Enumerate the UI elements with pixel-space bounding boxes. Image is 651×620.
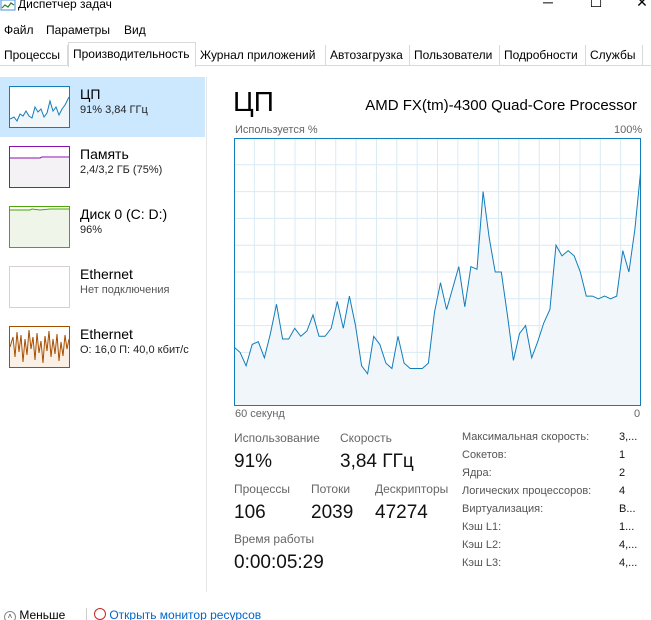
processes-value: 106 [234, 502, 266, 523]
chart-label-zero: 0 [634, 408, 641, 420]
title-bar: Диспетчер задач ─ ☐ ✕ [0, 0, 651, 18]
fewer-details-button[interactable]: ˄ Меньше [4, 608, 65, 620]
open-resource-monitor-label: Открыть монитор ресурсов [109, 608, 262, 620]
disk-thumbnail-graph [9, 206, 70, 248]
spec-label-sockets: Сокетов: [462, 449, 507, 461]
close-button[interactable]: ✕ [630, 0, 651, 10]
tab-startup[interactable]: Автозагрузка [326, 45, 410, 66]
spec-label-cores: Ядра: [462, 467, 492, 479]
tab-performance[interactable]: Производительность [68, 42, 196, 67]
footer-divider [86, 608, 87, 620]
spec-value-l3-cache: 4,... [619, 557, 638, 569]
memory-thumbnail-graph [9, 146, 70, 188]
spec-value-l2-cache: 4,... [619, 539, 638, 551]
sidebar-item-memory-title: Память [80, 146, 129, 162]
tab-services[interactable]: Службы [586, 45, 643, 66]
chart-label-max: 100% [614, 124, 643, 136]
cpu-thumbnail-graph [9, 86, 70, 128]
open-resource-monitor-link[interactable]: Открыть монитор ресурсов [94, 608, 261, 620]
spec-label-l3-cache: Кэш L3: [462, 557, 502, 569]
sidebar-item-ethernet-2-sub: О: 16,0 П: 40,0 кбит/с [80, 344, 189, 356]
tab-bar: Процессы Производительность Журнал прило… [0, 42, 651, 67]
sidebar-item-disk[interactable]: Диск 0 (C: D:) 96% [0, 197, 205, 257]
spec-value-virtualization: В... [619, 503, 636, 515]
ethernet-2-thumbnail-graph [9, 326, 70, 368]
resource-monitor-icon [94, 608, 106, 620]
sidebar-item-ethernet-1-title: Ethernet [80, 266, 133, 282]
cpu-model-name: AMD FX(tm)-4300 Quad-Core Processor [365, 97, 637, 114]
menu-view[interactable]: Вид [124, 23, 146, 37]
threads-value: 2039 [311, 502, 354, 523]
uptime-value: 0:00:05:29 [234, 552, 324, 573]
sidebar-item-cpu[interactable]: ЦП 91% 3,84 ГГц [0, 77, 205, 137]
sidebar-item-disk-sub: 96% [80, 224, 103, 236]
cpu-usage-chart [233, 138, 642, 406]
uptime-label: Время работы [234, 532, 315, 546]
threads-label: Потоки [311, 482, 351, 496]
page-title: ЦП [233, 86, 274, 117]
footer-bar: ˄ Меньше Открыть монитор ресурсов [0, 608, 651, 620]
spec-value-cores: 2 [619, 467, 626, 479]
sidebar-item-memory-sub: 2,4/3,2 ГБ (75%) [80, 164, 163, 176]
menu-bar: Файл Параметры Вид [0, 20, 651, 40]
minimize-button[interactable]: ─ [536, 0, 560, 10]
processes-label: Процессы [234, 482, 291, 496]
handles-label: Дескрипторы [375, 482, 449, 496]
sidebar-item-ethernet-1-sub: Нет подключения [80, 284, 170, 296]
spec-value-l1-cache: 1... [619, 521, 635, 533]
tab-processes[interactable]: Процессы [0, 45, 68, 66]
tab-app-history[interactable]: Журнал приложений [196, 45, 326, 66]
maximize-button[interactable]: ☐ [584, 0, 608, 10]
ethernet-1-thumbnail-graph [9, 266, 70, 308]
handles-value: 47274 [375, 502, 428, 523]
chart-label-usage: Используется % [235, 124, 318, 136]
menu-file[interactable]: Файл [4, 23, 34, 37]
spec-label-logical-processors: Логических процессоров: [462, 485, 592, 497]
resource-sidebar: ЦП 91% 3,84 ГГц Память 2,4/3,2 ГБ (75%) … [0, 77, 207, 592]
spec-value-max-speed: 3,... [619, 431, 638, 443]
spec-label-l2-cache: Кэш L2: [462, 539, 502, 551]
spec-value-sockets: 1 [619, 449, 626, 461]
sidebar-item-cpu-sub: 91% 3,84 ГГц [80, 104, 148, 116]
spec-label-max-speed: Максимальная скорость: [462, 431, 590, 443]
sidebar-item-ethernet-1[interactable]: Ethernet Нет подключения [0, 257, 205, 317]
sidebar-item-memory[interactable]: Память 2,4/3,2 ГБ (75%) [0, 137, 205, 197]
sidebar-item-ethernet-2-title: Ethernet [80, 326, 133, 342]
task-manager-app-icon [0, 0, 16, 11]
window-title: Диспетчер задач [18, 0, 112, 11]
chevron-up-icon: ˄ [4, 611, 16, 620]
spec-value-logical-processors: 4 [619, 485, 626, 497]
sidebar-item-cpu-title: ЦП [80, 86, 101, 102]
sidebar-item-ethernet-2[interactable]: Ethernet О: 16,0 П: 40,0 кбит/с [0, 317, 205, 377]
tab-details[interactable]: Подробности [500, 45, 586, 66]
spec-label-l1-cache: Кэш L1: [462, 521, 502, 533]
chart-label-60-seconds: 60 секунд [235, 408, 285, 420]
tab-users[interactable]: Пользователи [410, 45, 500, 66]
speed-label: Скорость [340, 431, 392, 445]
usage-value: 91% [234, 451, 273, 472]
cpu-usage-chart-svg [233, 138, 642, 406]
speed-value: 3,84 ГГц [340, 451, 414, 472]
usage-label: Использование [234, 431, 320, 445]
fewer-details-label: Меньше [19, 608, 66, 620]
menu-options[interactable]: Параметры [46, 23, 110, 37]
spec-label-virtualization: Виртуализация: [462, 503, 544, 515]
sidebar-item-disk-title: Диск 0 (C: D:) [80, 206, 168, 222]
